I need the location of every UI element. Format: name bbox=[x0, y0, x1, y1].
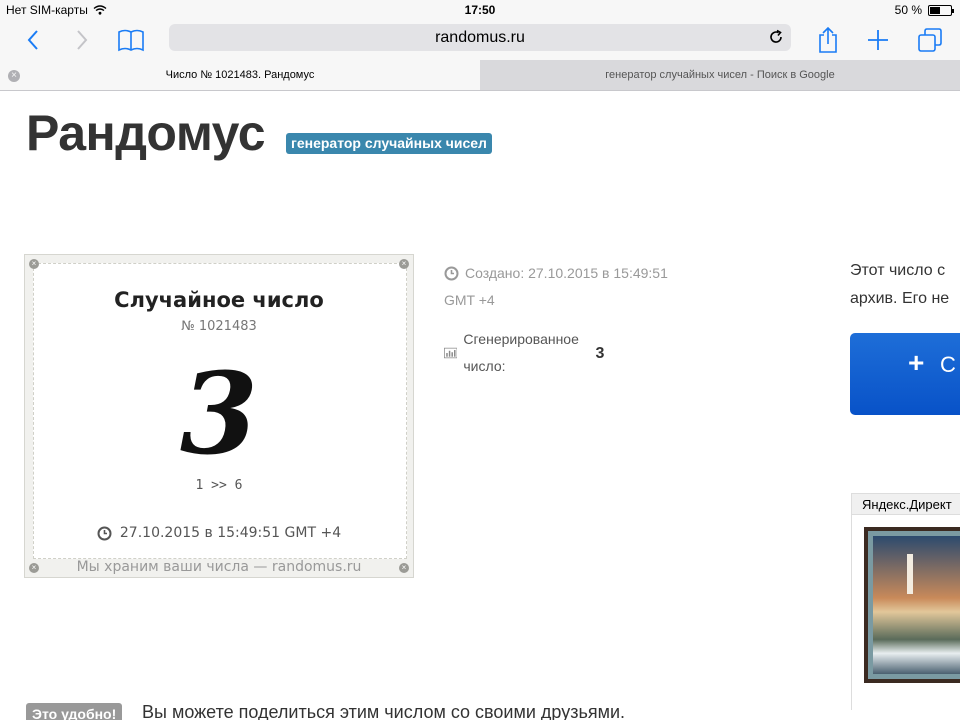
created-text: Создано: 27.10.2015 в 15:49:51 bbox=[465, 265, 668, 281]
new-tab-button[interactable] bbox=[862, 24, 894, 56]
generated-label: Сгенерированное число: bbox=[463, 331, 579, 374]
card-footer: Мы храним ваши числа — randomus.ru bbox=[76, 559, 362, 575]
tab-google-search[interactable]: генератор случайных чисел - Поиск в Goog… bbox=[480, 60, 960, 90]
random-value: 3 bbox=[180, 349, 258, 480]
lighthouse-painting bbox=[873, 536, 960, 674]
card-date: 27.10.2015 в 15:49:51 GMT +4 bbox=[25, 525, 413, 541]
browser-toolbar: randomus.ru bbox=[0, 20, 960, 60]
reload-icon[interactable] bbox=[767, 28, 785, 46]
info-line: Этот число с bbox=[850, 262, 946, 279]
tabs-overview-button[interactable] bbox=[914, 24, 946, 56]
ad-box[interactable] bbox=[851, 515, 960, 710]
card-date-text: 27.10.2015 в 15:49:51 GMT +4 bbox=[119, 525, 342, 541]
info-text: Этот число с архив. Его не bbox=[850, 257, 949, 313]
plus-icon: + bbox=[908, 347, 925, 378]
screw-icon: × bbox=[399, 259, 409, 269]
bookmarks-button[interactable] bbox=[115, 24, 147, 56]
battery-percent: 50 % bbox=[894, 3, 922, 17]
card-range: 1 >> 6 bbox=[195, 478, 243, 493]
book-icon bbox=[118, 29, 144, 52]
clock-icon bbox=[97, 526, 112, 540]
ad-image[interactable] bbox=[864, 527, 960, 683]
forward-button[interactable] bbox=[66, 24, 98, 56]
back-button[interactable] bbox=[17, 24, 49, 56]
created-row: Создано: 27.10.2015 в 15:49:51 bbox=[444, 260, 744, 287]
status-right: 50 % bbox=[894, 3, 954, 17]
tagline-badge: генератор случайных чисел bbox=[286, 133, 492, 154]
card-number-id: № 1021483 bbox=[181, 319, 257, 334]
status-time: 17:50 bbox=[464, 3, 496, 17]
plus-icon bbox=[868, 30, 888, 50]
generated-row: Сгенерированное число: 3 bbox=[444, 326, 604, 380]
status-bar: Нет SIM-карты 17:50 50 % bbox=[0, 0, 960, 20]
created-timezone: GMT +4 bbox=[444, 292, 495, 308]
tab-title: генератор случайных чисел - Поиск в Goog… bbox=[605, 69, 835, 81]
tab-bar: × Число № 1021483. Рандомус генератор сл… bbox=[0, 60, 960, 91]
chevron-right-icon bbox=[77, 30, 88, 50]
ad-label[interactable]: Яндекс.Директ bbox=[851, 493, 960, 515]
card-title: Случайное число bbox=[114, 288, 324, 312]
clock-icon bbox=[444, 266, 459, 281]
convenience-badge: Это удобно! bbox=[26, 703, 123, 720]
url-text: randomus.ru bbox=[435, 29, 525, 46]
ad-image-mat bbox=[868, 531, 960, 679]
tab-randomus[interactable]: × Число № 1021483. Рандомус bbox=[0, 60, 480, 90]
info-line: архив. Его не bbox=[850, 290, 950, 307]
share-hint-text: Вы можете поделиться этим числом со свои… bbox=[142, 702, 626, 720]
generated-value: 3 bbox=[595, 344, 605, 362]
share-icon bbox=[819, 26, 837, 53]
battery-fill bbox=[930, 6, 940, 14]
tab-title: Число № 1021483. Рандомус bbox=[165, 69, 315, 81]
share-button[interactable] bbox=[812, 24, 844, 56]
create-button[interactable]: + С bbox=[850, 333, 960, 415]
address-bar[interactable]: randomus.ru bbox=[169, 24, 791, 51]
battery-icon bbox=[928, 4, 954, 16]
create-button-label: С bbox=[940, 352, 956, 377]
close-icon[interactable]: × bbox=[8, 70, 20, 82]
bar-chart-icon bbox=[444, 347, 458, 359]
number-card: × × × × Случайное число № 1021483 3 1 >>… bbox=[24, 254, 414, 578]
chevron-left-icon bbox=[27, 30, 38, 50]
tabs-icon bbox=[918, 28, 942, 52]
number-meta: Создано: 27.10.2015 в 15:49:51 GMT +4 bbox=[444, 260, 744, 314]
screw-icon: × bbox=[29, 259, 39, 269]
site-logo[interactable]: Рандомус bbox=[26, 104, 266, 162]
